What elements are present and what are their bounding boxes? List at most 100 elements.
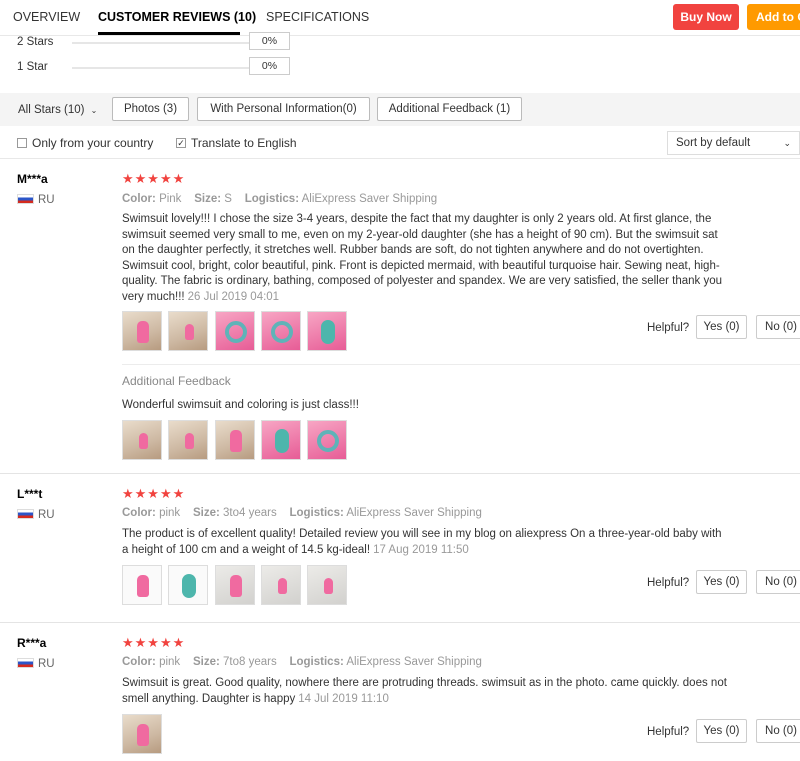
reviewer-country: RU [17, 194, 55, 206]
helpful-label: Helpful? [647, 322, 690, 334]
review-date: 26 Jul 2019 04:01 [187, 290, 280, 303]
all-stars-dropdown[interactable]: All Stars (10) ⌄ [18, 104, 97, 116]
logistics-value: AliExpress Saver Shipping [346, 656, 482, 668]
filter-personal-info-button[interactable]: With Personal Information(0) [197, 97, 370, 121]
helpful-yes-button[interactable]: Yes (0) [696, 719, 747, 743]
review-photo[interactable] [307, 311, 347, 351]
review-meta: Color: pink Size: 7to8 years Logistics: … [122, 656, 482, 668]
logistics-label: Logistics: [289, 507, 344, 519]
russia-flag-icon [17, 194, 34, 204]
helpful-label: Helpful? [647, 577, 690, 589]
rating-percent: 0% [249, 57, 290, 75]
color-value: pink [159, 507, 181, 519]
review-separator [0, 473, 800, 474]
star-rating: ★★★★★ [122, 635, 186, 650]
country-code: RU [38, 509, 55, 521]
russia-flag-icon [17, 509, 34, 519]
reviewer-name: M***a [17, 172, 48, 186]
translate-checkbox[interactable]: ✓ [176, 138, 186, 148]
helpful-no-button[interactable]: No (0) [756, 315, 800, 339]
helpful-no-button[interactable]: No (0) [756, 570, 800, 594]
review-photo[interactable] [307, 420, 347, 460]
review-photo[interactable] [215, 311, 255, 351]
swimsuit-image [324, 578, 333, 594]
review-photo[interactable] [261, 565, 301, 605]
review-photo[interactable] [215, 565, 255, 605]
rating-bar [72, 42, 256, 44]
swimsuit-image [317, 430, 339, 452]
review-photo[interactable] [122, 565, 162, 605]
review-photo[interactable] [168, 420, 208, 460]
review-photo[interactable] [215, 420, 255, 460]
review-text: Swimsuit is great. Good quality, nowhere… [122, 676, 727, 707]
review-photos [122, 311, 352, 353]
logistics-value: AliExpress Saver Shipping [301, 193, 438, 205]
review-photo[interactable] [168, 565, 208, 605]
helpful-yes-button[interactable]: Yes (0) [696, 570, 747, 594]
filter-photos-button[interactable]: Photos (3) [112, 97, 189, 121]
helpful-yes-button[interactable]: Yes (0) [696, 315, 747, 339]
own-country-label: Only from your country [32, 136, 154, 150]
add-to-cart-button[interactable]: Add to C [747, 4, 800, 30]
color-value: pink [159, 656, 181, 668]
color-label: Color: [122, 193, 156, 205]
all-stars-label: All Stars (10) [18, 104, 85, 116]
size-label: Size: [192, 507, 220, 519]
chevron-down-icon: ⌄ [90, 106, 98, 115]
helpful-label: Helpful? [647, 726, 690, 738]
russia-flag-icon [17, 658, 34, 668]
rating-row-2-stars: 2 Stars 0% [17, 32, 307, 54]
reviewer-country: RU [17, 509, 55, 521]
star-rating: ★★★★★ [122, 486, 186, 501]
review-photo[interactable] [261, 311, 301, 351]
logistics-label: Logistics: [289, 656, 344, 668]
swimsuit-image [139, 433, 148, 449]
review-photo[interactable] [168, 311, 208, 351]
chevron-down-icon: ⌄ [783, 138, 791, 148]
tab-specifications[interactable]: SPECIFICATIONS [266, 10, 369, 24]
swimsuit-image [225, 321, 247, 343]
swimsuit-image [230, 430, 242, 452]
review-photo[interactable] [122, 714, 162, 754]
reviewer-country: RU [17, 658, 55, 670]
swimsuit-image [278, 578, 287, 594]
tab-customer-reviews[interactable]: CUSTOMER REVIEWS (10) [98, 10, 256, 24]
swimsuit-image [275, 429, 289, 453]
buy-now-button[interactable]: Buy Now [673, 4, 739, 30]
review-separator [0, 622, 800, 623]
country-code: RU [38, 194, 55, 206]
rating-label: 2 Stars [17, 36, 54, 48]
additional-feedback-photos [122, 420, 352, 462]
size-value: S [224, 193, 232, 205]
size-label: Size: [194, 193, 222, 205]
star-rating: ★★★★★ [122, 171, 186, 186]
helpful-no-button[interactable]: No (0) [756, 719, 800, 743]
color-value: Pink [159, 193, 182, 205]
review-photo[interactable] [122, 311, 162, 351]
swimsuit-image [321, 320, 335, 344]
reviewer-name: R***a [17, 636, 47, 650]
review-options-row: Only from your country ✓ Translate to En… [0, 131, 800, 159]
sort-value: Sort by default [676, 137, 751, 149]
review-photo[interactable] [307, 565, 347, 605]
product-tab-bar: OVERVIEW CUSTOMER REVIEWS (10) SPECIFICA… [0, 0, 800, 36]
review-photos [122, 714, 164, 756]
review-filter-bar: All Stars (10) ⌄ Photos (3) With Persona… [0, 93, 800, 126]
sort-dropdown[interactable]: Sort by default ⌄ [667, 131, 800, 155]
review-body: Swimsuit lovely!!! I chose the size 3-4 … [122, 213, 723, 303]
own-country-checkbox[interactable] [17, 138, 27, 148]
review-body: Swimsuit is great. Good quality, nowhere… [122, 677, 727, 705]
color-label: Color: [122, 656, 156, 668]
review-meta: Color: Pink Size: S Logistics: AliExpres… [122, 193, 437, 205]
swimsuit-image [185, 433, 194, 449]
review-text: The product is of excellent quality! Det… [122, 527, 727, 558]
review-photos [122, 565, 352, 607]
rating-label: 1 Star [17, 61, 48, 73]
swimsuit-image [137, 321, 149, 343]
size-value: 7to8 years [223, 656, 277, 668]
review-photo[interactable] [261, 420, 301, 460]
tab-overview[interactable]: OVERVIEW [13, 10, 80, 24]
review-photo[interactable] [122, 420, 162, 460]
size-label: Size: [192, 656, 220, 668]
filter-additional-feedback-button[interactable]: Additional Feedback (1) [377, 97, 522, 121]
